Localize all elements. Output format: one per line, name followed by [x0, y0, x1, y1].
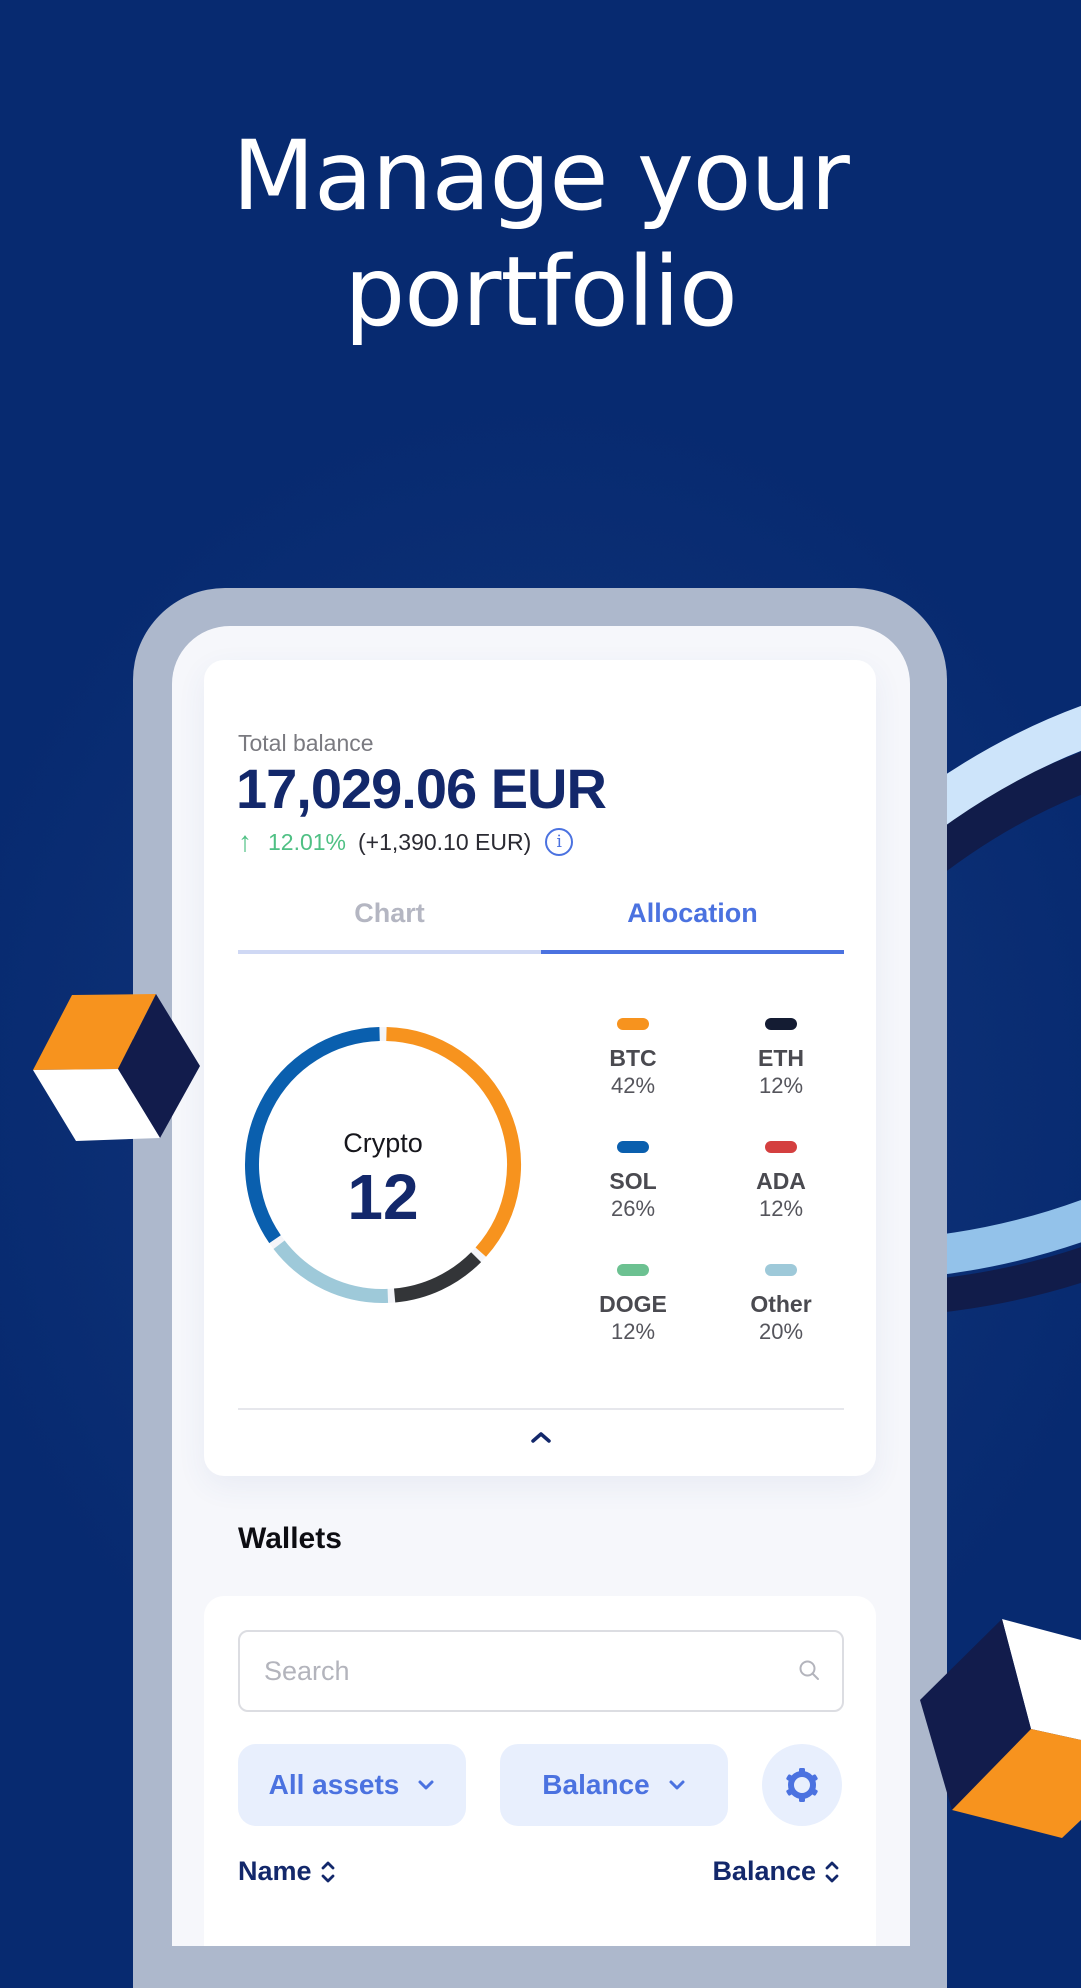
tab-underline-inactive	[238, 950, 541, 954]
arrow-up-icon: ↑	[238, 826, 252, 857]
total-balance-label: Total balance	[238, 730, 374, 756]
filter-all-assets-label: All assets	[268, 1769, 400, 1800]
wallets-title: Wallets	[238, 1522, 342, 1555]
column-header-name[interactable]: Name	[238, 1856, 336, 1887]
legend-value: 20%	[758, 1319, 804, 1344]
collapse-button[interactable]	[524, 1420, 558, 1454]
tab-bar: Chart Allocation	[238, 892, 844, 950]
legend-item-eth: ETH 12%	[707, 1018, 855, 1100]
search-input[interactable]	[262, 1650, 766, 1692]
legend-swatch-doge	[617, 1264, 649, 1276]
legend-item-btc: BTC 42%	[559, 1018, 707, 1100]
legend-value: 26%	[610, 1196, 656, 1221]
column-header-name-label: Name	[238, 1856, 312, 1886]
sort-icon	[825, 1861, 839, 1882]
column-header-balance-label: Balance	[712, 1856, 816, 1886]
donut-center-value: 12	[347, 1161, 419, 1233]
legend-name: SOL	[609, 1168, 657, 1194]
total-balance-value: 17,029.06 EUR	[236, 757, 607, 820]
balance-card: Total balance 17,029.06 EUR ↑ 12.01% (+1…	[204, 660, 876, 1476]
legend-value: 12%	[610, 1319, 656, 1344]
donut-center-label: Crypto	[343, 1128, 423, 1158]
legend-item-doge: DOGE 12%	[559, 1264, 707, 1346]
balance-change-row: ↑ 12.01% (+1,390.10 EUR) i	[238, 826, 574, 857]
chevron-up-icon	[531, 1432, 551, 1443]
legend-name: BTC	[609, 1045, 657, 1071]
chevron-down-icon	[418, 1780, 434, 1790]
tab-underline-active	[541, 950, 844, 954]
headline-line-2: portfolio	[344, 236, 737, 348]
legend-swatch-eth	[765, 1018, 797, 1030]
legend-swatch-ada	[765, 1141, 797, 1153]
headline-line-1: Manage your	[232, 120, 850, 232]
card-divider	[238, 1408, 844, 1410]
search-icon[interactable]	[798, 1659, 820, 1681]
legend-swatch-other	[765, 1264, 797, 1276]
legend-item-ada: ADA 12%	[707, 1141, 855, 1223]
change-amount: (+1,390.10 EUR)	[358, 828, 532, 855]
chevron-down-icon	[669, 1780, 685, 1790]
legend-swatch-sol	[617, 1141, 649, 1153]
legend-item-other: Other 20%	[707, 1264, 855, 1346]
wallets-card: All assets Balance	[204, 1596, 876, 1946]
column-header-balance[interactable]: Balance	[712, 1856, 840, 1887]
change-percent: 12.01%	[268, 828, 347, 855]
filter-all-assets-dropdown[interactable]: All assets	[238, 1744, 466, 1826]
sort-balance-label: Balance	[542, 1769, 650, 1800]
sort-balance-dropdown[interactable]: Balance	[500, 1744, 728, 1826]
sort-icon	[321, 1861, 334, 1882]
tab-allocation[interactable]: Allocation	[541, 892, 844, 950]
legend-value: 42%	[610, 1073, 656, 1098]
legend-value: 12%	[758, 1196, 804, 1221]
gear-icon	[786, 1768, 818, 1802]
phone-screen: Total balance 17,029.06 EUR ↑ 12.01% (+1…	[172, 626, 910, 1946]
wallet-settings-button[interactable]	[762, 1744, 842, 1826]
legend-name: ADA	[756, 1168, 806, 1194]
legend-value: 12%	[758, 1073, 804, 1098]
legend-name: Other	[750, 1291, 812, 1317]
tab-chart[interactable]: Chart	[238, 892, 541, 950]
legend-name: ETH	[758, 1045, 804, 1071]
legend-name: DOGE	[599, 1291, 667, 1317]
legend-swatch-btc	[617, 1018, 649, 1030]
legend-item-sol: SOL 26%	[559, 1141, 707, 1223]
info-icon[interactable]: i	[545, 828, 574, 856]
headline: Manage your portfolio	[0, 118, 1081, 350]
search-box	[238, 1630, 844, 1712]
